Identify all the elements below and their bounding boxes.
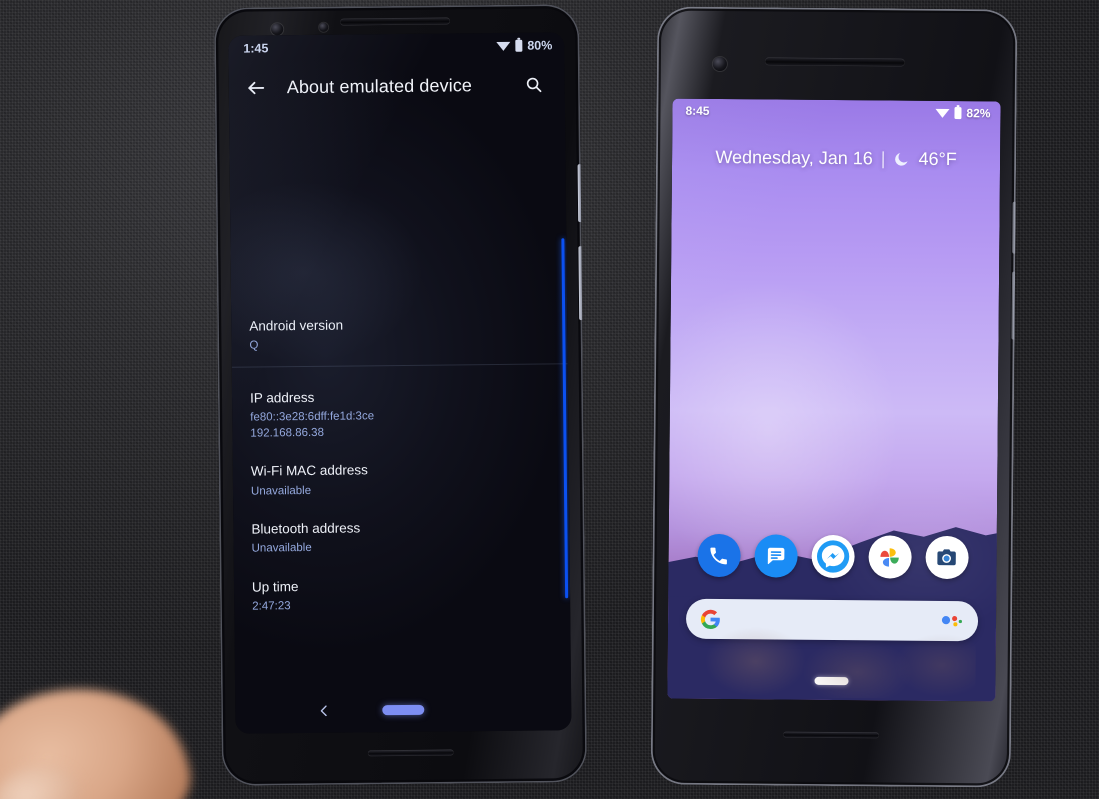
page-title: About emulated device (286, 74, 473, 97)
setting-value: Q (249, 339, 259, 352)
power-button[interactable] (577, 164, 583, 223)
gesture-home-pill[interactable] (382, 704, 425, 716)
setting-value: Unavailable (250, 484, 312, 498)
android-home-screen: 8:45 82% Wednesday, Jan 16 | 46°F (667, 98, 1001, 702)
left-battery-percent: 80% (527, 38, 553, 53)
search-icon[interactable] (517, 67, 551, 101)
left-status-bar: 1:45 80% (228, 32, 564, 62)
list-top-spacer (229, 110, 567, 309)
wifi-icon (496, 41, 511, 51)
date-weather-widget[interactable]: Wednesday, Jan 16 | 46°F (672, 147, 1000, 171)
setting-row-wifi-mac-address[interactable]: Wi-Fi MAC address Unavailable (233, 451, 570, 512)
volume-button[interactable] (1011, 271, 1017, 340)
left-status-indicators: 80% (496, 38, 552, 53)
settings-app-bar: About emulated device (229, 58, 566, 114)
desk-scene: 1:45 80% About emulated device Android v… (0, 0, 1099, 799)
current-temperature: 46°F (918, 148, 957, 170)
setting-label: Wi-Fi MAC address (250, 462, 368, 479)
setting-row-up-time[interactable]: Up time 2:47:23 (234, 566, 571, 627)
left-navigation-bar (235, 686, 571, 734)
messenger-app-icon[interactable] (810, 534, 855, 579)
crescent-moon-icon (895, 152, 909, 166)
google-assistant-icon[interactable] (941, 614, 964, 628)
current-date: Wednesday, Jan 16 (715, 146, 873, 169)
battery-icon (515, 39, 523, 52)
right-navigation-bar (667, 661, 995, 702)
earpiece-speaker (764, 57, 905, 67)
setting-label: Up time (251, 578, 299, 595)
setting-label: Bluetooth address (251, 520, 361, 537)
setting-row-android-version[interactable]: Android version Q (231, 305, 568, 366)
left-phone-screen: 1:45 80% About emulated device Android v… (228, 32, 572, 734)
settings-list[interactable]: Android version Q IP address fe80::3e28:… (229, 110, 571, 689)
right-battery-percent: 82% (966, 106, 991, 121)
google-search-bar[interactable] (685, 598, 979, 642)
right-phone-device: 8:45 82% Wednesday, Jan 16 | 46°F (650, 6, 1018, 788)
right-phone-screen: 8:45 82% Wednesday, Jan 16 | 46°F (667, 98, 1001, 702)
phone-app-icon[interactable] (696, 533, 741, 578)
bottom-speaker-grille (367, 749, 454, 757)
setting-row-bluetooth-address[interactable]: Bluetooth address Unavailable (233, 508, 570, 569)
settings-about-device-screen: 1:45 80% About emulated device Android v… (228, 32, 572, 734)
right-status-indicators: 82% (935, 106, 991, 121)
wifi-icon (935, 108, 950, 118)
setting-label: IP address (249, 389, 315, 406)
photos-app-icon[interactable] (867, 535, 912, 579)
battery-icon (954, 107, 962, 120)
earpiece-speaker (340, 17, 451, 26)
volume-button[interactable] (578, 246, 584, 321)
setting-label: Android version (249, 317, 344, 334)
widget-separator: | (880, 148, 886, 169)
setting-row-ip-address[interactable]: IP address fe80::3e28:6dff:fe1d:3ce 192.… (231, 362, 569, 455)
left-status-time: 1:45 (243, 41, 269, 56)
arrow-back-icon[interactable] (239, 70, 273, 104)
setting-value: 2:47:23 (252, 599, 291, 613)
setting-value-ipv4: 192.168.86.38 (250, 426, 325, 440)
google-g-icon (700, 609, 720, 629)
front-camera-icon (712, 56, 727, 72)
right-status-time: 8:45 (685, 103, 710, 118)
front-camera-icon (271, 23, 284, 36)
proximity-sensor-icon (319, 22, 329, 32)
app-dock (668, 533, 996, 580)
setting-value: Unavailable (251, 542, 312, 555)
chevron-back-icon[interactable] (307, 694, 341, 728)
messages-app-icon[interactable] (753, 534, 798, 578)
power-button[interactable] (1012, 201, 1017, 254)
bottom-speaker-grille (783, 731, 880, 739)
camera-app-icon[interactable] (924, 535, 969, 580)
gesture-home-pill[interactable] (814, 676, 849, 686)
right-status-bar: 8:45 82% (672, 99, 1000, 126)
left-phone-device: 1:45 80% About emulated device Android v… (213, 4, 588, 786)
